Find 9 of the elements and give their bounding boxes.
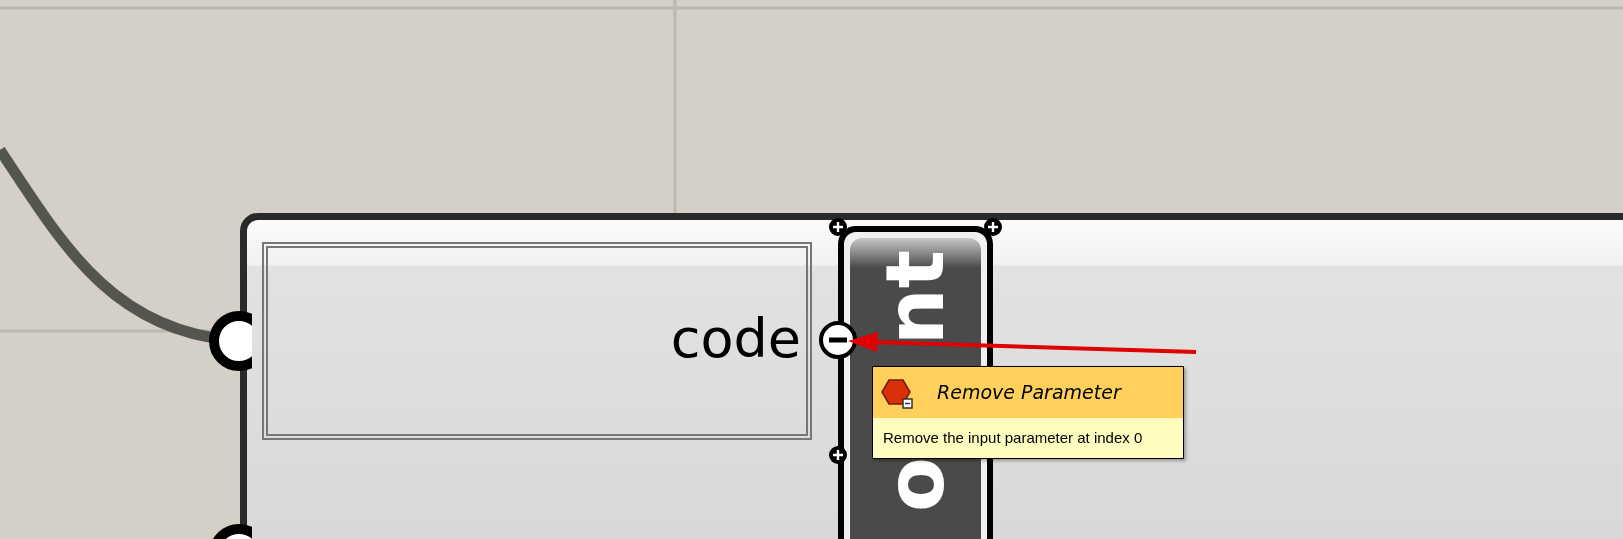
tooltip-title: Remove Parameter: [937, 380, 1121, 406]
component-name: o: [875, 457, 956, 513]
plus-grip-icon[interactable]: [828, 445, 848, 465]
tooltip-description: Remove the input parameter at index 0: [883, 429, 1143, 446]
plus-grip-icon[interactable]: [983, 217, 1003, 237]
component-name: nt: [875, 250, 956, 346]
input-label: code: [670, 312, 801, 366]
plus-grip-icon[interactable]: [828, 217, 848, 237]
input-grip-icon[interactable]: [208, 310, 252, 372]
